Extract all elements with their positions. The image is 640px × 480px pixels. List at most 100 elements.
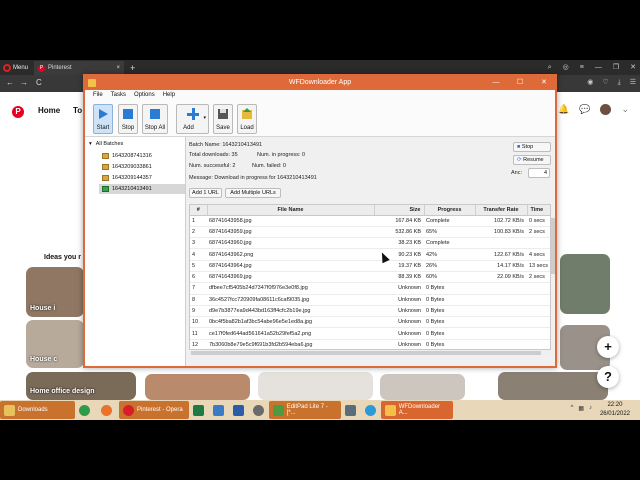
pinterest-logo-icon[interactable]: P (12, 106, 24, 118)
scrollbar-thumb[interactable] (191, 351, 541, 355)
table-row[interactable]: 5 68741643964.jpg 19.37 KB 26% 14.17 KB/s 13 … (190, 260, 550, 272)
opera-menu-button[interactable]: Menu (3, 62, 28, 74)
avatar[interactable] (600, 104, 612, 115)
table-row[interactable]: 1 68741643958.jpg 167.84 KB Complete 102.72 … (190, 215, 550, 227)
taskbar-files[interactable] (209, 401, 229, 419)
cell-number: 1 (190, 215, 207, 227)
close-icon[interactable]: ✕ (533, 76, 555, 90)
maximize-icon[interactable]: ☐ (509, 76, 531, 90)
minimize-icon[interactable]: — (485, 76, 507, 90)
idea-card[interactable]: House i (26, 267, 84, 317)
menu-tasks[interactable]: Tasks (111, 90, 126, 101)
table-row[interactable]: 11 ce17f0fed644ad561641a52b29fef5a2.png Un… (190, 327, 550, 340)
column-header-size[interactable]: Size (374, 205, 425, 216)
create-plus-button[interactable]: + (597, 336, 619, 358)
table-row[interactable]: 8 36c4527fcc720909fa08611c6caf9035.jpg Unk… (190, 294, 550, 306)
stop-button[interactable]: Stop (118, 104, 138, 134)
menu-lines-icon[interactable]: ≡ (580, 61, 584, 75)
taskbar-editpad[interactable]: EditPad Lite 7 - [*... (269, 401, 341, 419)
ideas-heading: Ideas you r (44, 254, 81, 261)
download-icon[interactable]: ⤓ (618, 77, 621, 89)
pinterest-favicon-icon: P (38, 64, 45, 72)
table-vertical-scrollbar[interactable] (551, 204, 555, 350)
taskbar-chrome[interactable] (75, 401, 97, 419)
column-header-progress[interactable]: Progress (424, 205, 476, 216)
restore-icon[interactable]: ❐ (613, 61, 619, 75)
table-row[interactable]: 4 68741643962.png 90.23 KB 42% 122.67 KB/s 4 … (190, 248, 550, 261)
batch-stop-button[interactable]: ■ Stop (513, 142, 551, 152)
chevron-up-icon[interactable]: ^ (571, 405, 574, 412)
stop-all-button[interactable]: Stop All (142, 104, 168, 134)
column-header-transfer-rate[interactable]: Transfer Rate (475, 205, 528, 216)
taskbar-clock[interactable]: 22:20 26/01/2022 (600, 401, 630, 419)
snapshot-icon[interactable]: ◎ (563, 61, 569, 75)
column-header-number[interactable]: # (190, 205, 208, 216)
table-row[interactable]: 9 d9e7b3877ea9d443bd163ff4cfc2b19e.jpg Unk… (190, 305, 550, 318)
nav-home[interactable]: Home (38, 106, 60, 115)
idea-card[interactable]: Home office design (26, 372, 136, 400)
pin-image[interactable] (560, 254, 610, 314)
anc-input[interactable]: 4 (528, 168, 550, 178)
chevron-down-icon[interactable]: ⌄ (621, 104, 629, 115)
close-icon[interactable]: ✕ (630, 61, 636, 75)
easy-setup-icon[interactable]: ☰ (630, 77, 636, 89)
tree-batch-item[interactable]: 1643209033861 (99, 162, 185, 172)
taskbar-downloads[interactable]: Downloads (0, 401, 75, 419)
add-multiple-urls-button[interactable]: Add Multiple URLs (225, 188, 281, 198)
taskbar-telegram[interactable] (361, 401, 381, 419)
minimize-icon[interactable]: — (595, 61, 602, 75)
taskbar-excel[interactable] (189, 401, 209, 419)
table-row[interactable]: 3 68741643960.jpg 38.23 KB Complete (190, 237, 550, 250)
bell-icon[interactable]: 🔔 (558, 104, 569, 115)
pin-image[interactable] (498, 372, 608, 400)
pin-image[interactable] (380, 374, 465, 400)
reload-icon[interactable]: C (36, 77, 42, 89)
tree-root-all-batches[interactable]: ▾ All Batches (89, 141, 123, 147)
camera-icon[interactable]: ◉ (587, 77, 593, 89)
taskbar-firefox[interactable] (97, 401, 119, 419)
table-horizontal-scrollbar[interactable] (189, 351, 551, 355)
collapse-arrow-icon[interactable]: ▾ (89, 141, 92, 147)
add-one-url-button[interactable]: Add 1 URL (189, 188, 222, 198)
column-header-time[interactable]: Time (527, 205, 550, 216)
menu-file[interactable]: File (93, 90, 103, 101)
pin-image[interactable] (145, 374, 250, 400)
nav-today[interactable]: To (73, 106, 82, 115)
idea-card[interactable]: House c (26, 320, 84, 368)
batch-resume-button[interactable]: ⟳ Resume (513, 155, 551, 165)
heart-icon[interactable]: ♡ (602, 77, 608, 89)
help-button[interactable]: ? (597, 366, 619, 388)
new-tab-button[interactable]: + (130, 61, 135, 75)
menu-help[interactable]: Help (163, 90, 175, 101)
network-icon[interactable]: ▦ (578, 405, 584, 412)
tab-pinterest[interactable]: P Pinterest × (34, 61, 124, 75)
load-button[interactable]: Load (237, 104, 257, 134)
tree-batch-item-selected[interactable]: 1643210413491 (99, 184, 185, 194)
table-row[interactable]: 6 68741643969.jpg 88.39 KB 60% 22.09 KB/s 2 s… (190, 271, 550, 284)
add-dropdown-icon[interactable]: ▾ (203, 115, 206, 121)
taskbar-wfdownloader[interactable]: WFDownloader A... (381, 401, 453, 419)
search-tabs-icon[interactable]: ⌕ (548, 61, 552, 75)
chat-icon[interactable]: 💬 (579, 104, 590, 115)
taskbar-tool[interactable] (341, 401, 361, 419)
table-row[interactable]: 2 68741643959.jpg 532.86 KB 65% 100.83 KB/s 2… (190, 226, 550, 239)
table-row[interactable]: 12 7b3060b8e79e5c9f691b3fd2b594eba6.jpg Un… (190, 339, 550, 349)
table-row[interactable]: 7 dfbee7cf5405b24d7347f0f976e3e0f8.jpg Unk… (190, 282, 550, 295)
forward-icon[interactable]: → (20, 77, 28, 89)
start-button[interactable]: Start (93, 104, 113, 134)
taskbar-word[interactable] (229, 401, 249, 419)
back-icon[interactable]: ← (6, 77, 14, 89)
tab-close-icon[interactable]: × (116, 61, 120, 75)
taskbar-settings[interactable] (249, 401, 269, 419)
scrollbar-thumb[interactable] (551, 218, 555, 274)
menu-options[interactable]: Options (134, 90, 155, 101)
table-row[interactable]: 10 0bc4f5ba82b1af3bc54abe96e5e1ed8a.jpg Un… (190, 316, 550, 329)
taskbar-opera[interactable]: Pinterest - Opera (119, 401, 189, 419)
pin-image[interactable] (258, 372, 373, 400)
tree-batch-item[interactable]: 1643208741316 (99, 151, 185, 161)
column-header-file-name[interactable]: File Name (207, 205, 375, 216)
save-button[interactable]: Save (213, 104, 233, 134)
tree-batch-item[interactable]: 1643209144357 (99, 173, 185, 183)
volume-icon[interactable]: ♪ (589, 405, 592, 412)
add-button[interactable]: Add ▾ (176, 104, 209, 134)
